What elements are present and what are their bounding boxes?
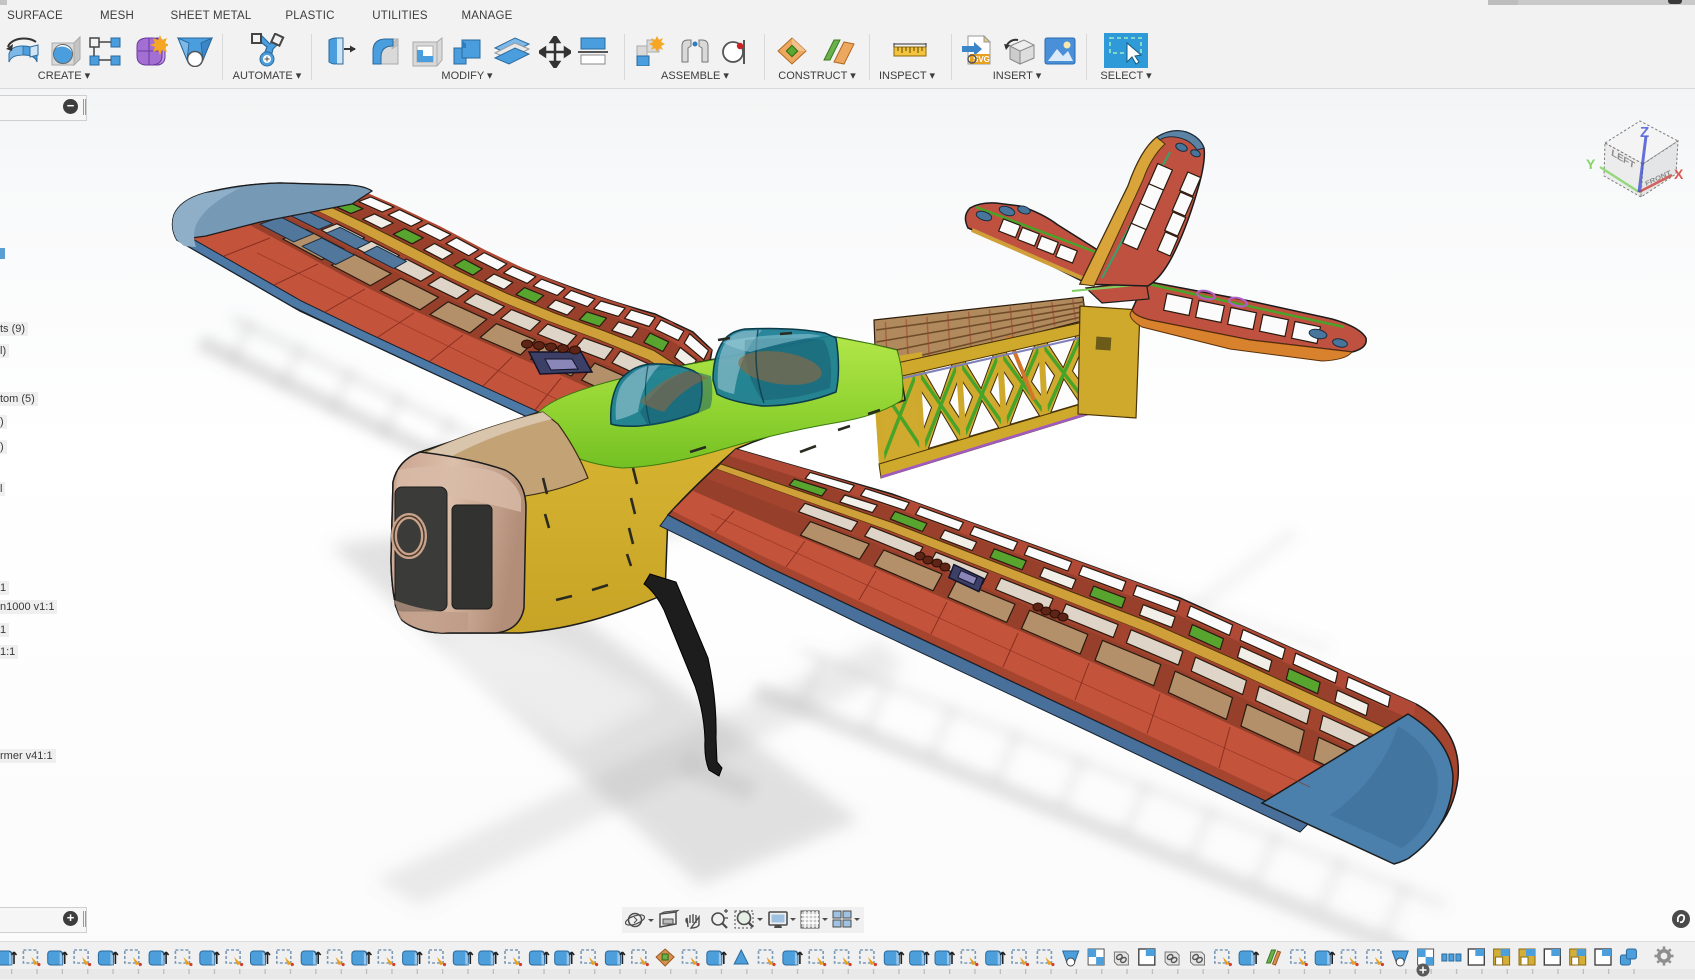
svg-text:Z: Z bbox=[1640, 124, 1649, 141]
svg-text:Y: Y bbox=[1586, 156, 1596, 172]
svg-text:X: X bbox=[1674, 166, 1684, 182]
